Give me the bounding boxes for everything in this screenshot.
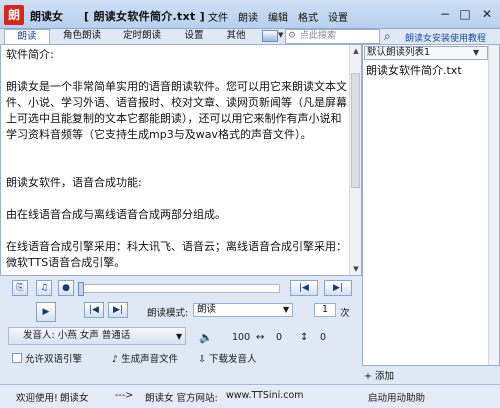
volume-icon[interactable]: 🔈 — [199, 331, 213, 344]
download-icon: ⇩ — [198, 354, 209, 365]
menu-settings[interactable]: 设置 — [328, 9, 348, 24]
chevron-down-icon[interactable]: ▼ — [283, 305, 289, 314]
search-icon[interactable]: ⌕ — [384, 29, 391, 44]
dual-engine-label: 允许双语引擎 — [25, 354, 83, 365]
status-site-url[interactable]: www.TTSini.com — [226, 390, 304, 401]
close-button[interactable]: ✕ — [478, 5, 496, 23]
document-icon[interactable]: ⎘ — [12, 280, 28, 296]
scrollbar-thumb[interactable] — [351, 73, 360, 188]
generate-audio-button[interactable]: ♪ 生成声音文件 — [112, 351, 178, 365]
window-icon[interactable] — [262, 30, 278, 42]
sound-icon: ♪ — [112, 354, 122, 365]
editor-text[interactable]: 软件简介: 朗读女是一个非常简单实用的语音朗读软件。您可以用它来朗读文本文件、小… — [6, 47, 348, 271]
progress-thumb[interactable] — [78, 282, 84, 296]
tab-read[interactable]: 朗读 — [4, 29, 50, 44]
mode-select[interactable]: 朗读 — [193, 303, 293, 317]
status-autostart[interactable]: 启动用动助助 — [368, 390, 425, 404]
tab-settings[interactable]: 设置 — [174, 29, 214, 44]
status-arrow: ---> — [115, 390, 134, 401]
pitch-value: 0 — [320, 332, 327, 343]
pitch-icon[interactable]: ↕ — [300, 332, 308, 343]
playlist-item[interactable]: 朗读女软件简介.txt — [366, 62, 462, 78]
generate-audio-label: 生成声音文件 — [121, 354, 179, 365]
repeat-count-input[interactable]: 1 — [314, 303, 336, 317]
scroll-up-icon[interactable]: ▲ — [351, 46, 361, 56]
chevron-down-icon[interactable]: ▼ — [176, 332, 182, 341]
menu-read[interactable]: 朗读 — [238, 9, 258, 24]
maximize-button[interactable]: □ — [456, 5, 474, 23]
dual-engine-checkbox[interactable]: 允许双语引擎 — [12, 351, 82, 365]
help-link[interactable]: 朗读女安装使用教程 — [405, 31, 486, 44]
next-icon[interactable]: ▶| — [324, 280, 352, 296]
tab-other[interactable]: 其他 — [218, 29, 254, 44]
menu-edit[interactable]: 编辑 — [268, 9, 288, 24]
app-name: 朗读女 — [30, 10, 63, 23]
tab-timed-read[interactable]: 定时朗读 — [114, 29, 170, 44]
menu-file[interactable]: 文件 — [208, 9, 228, 24]
scroll-down-icon[interactable]: ▼ — [351, 264, 361, 274]
progress-slider[interactable] — [78, 282, 280, 296]
controls-panel: ⎘ ♫ ● |◀ ▶| ▶ |◀ ▶| 朗读模式: 朗读 ▼ 1 次 发音人: … — [0, 276, 362, 366]
skip-forward-icon[interactable]: ▶| — [108, 302, 128, 318]
speed-icon[interactable]: ↔ — [256, 332, 264, 343]
gear-icon: ⚙ — [288, 31, 297, 41]
tab-role-read[interactable]: 角色朗读 — [54, 29, 110, 44]
status-site-label: 朗读女 官方网站: — [145, 393, 218, 404]
download-voice-button[interactable]: ⇩ 下载发音人 — [198, 351, 257, 365]
playlist-panel: 默认朗读列表1 ▼ 朗读女软件简介.txt — [362, 44, 500, 366]
status-app-name: 朗读女 — [60, 393, 89, 404]
play-button[interactable]: ▶ — [36, 302, 56, 322]
toolbar: 朗读 角色朗读 定时朗读 设置 其他 ▼ 点此搜索 ⚙ ⌕ 朗读女安装使用教程 — [0, 29, 500, 44]
repeat-unit: 次 — [340, 308, 350, 319]
app-logo: 朗 — [4, 5, 24, 25]
microphone-icon[interactable]: ● — [58, 280, 74, 296]
playlist-scrollbar[interactable] — [488, 45, 499, 365]
menu-format[interactable]: 格式 — [298, 9, 318, 24]
status-welcome: 欢迎使用! — [16, 393, 58, 404]
text-editor[interactable]: 软件简介: 朗读女是一个非常简单实用的语音朗读软件。您可以用它来朗读文本文件、小… — [0, 44, 362, 276]
voice-select[interactable]: 发音人: 小燕 女声 普通话 — [8, 327, 186, 345]
download-voice-label: 下载发音人 — [208, 354, 257, 365]
volume-value: 100 — [232, 332, 251, 343]
file-title: [ 朗读女软件简介.txt ] — [84, 10, 206, 23]
playlist-select[interactable]: 默认朗读列表1 — [364, 46, 488, 60]
speed-value: 0 — [276, 332, 283, 343]
music-icon[interactable]: ♫ — [36, 280, 52, 296]
status-bar: 欢迎使用! 朗读女 ---> 朗读女 官方网站: www.TTSini.com … — [0, 384, 500, 408]
search-input[interactable]: 点此搜索 — [285, 29, 380, 44]
chevron-down-icon[interactable]: ▼ — [278, 31, 283, 39]
chevron-down-icon[interactable]: ▼ — [473, 48, 479, 57]
skip-back-icon[interactable]: |◀ — [84, 302, 104, 318]
checkbox[interactable] — [12, 353, 22, 363]
minimize-button[interactable]: − — [436, 5, 454, 23]
previous-icon[interactable]: |◀ — [290, 280, 318, 296]
title-bar: 朗 朗读女 [ 朗读女软件简介.txt ] 文件 朗读 编辑 格式 设置 − □… — [0, 0, 500, 29]
editor-scrollbar[interactable]: ▲ ▼ — [349, 45, 361, 275]
add-button[interactable]: + 添加 — [364, 368, 394, 382]
mode-label: 朗读模式: — [147, 308, 189, 319]
